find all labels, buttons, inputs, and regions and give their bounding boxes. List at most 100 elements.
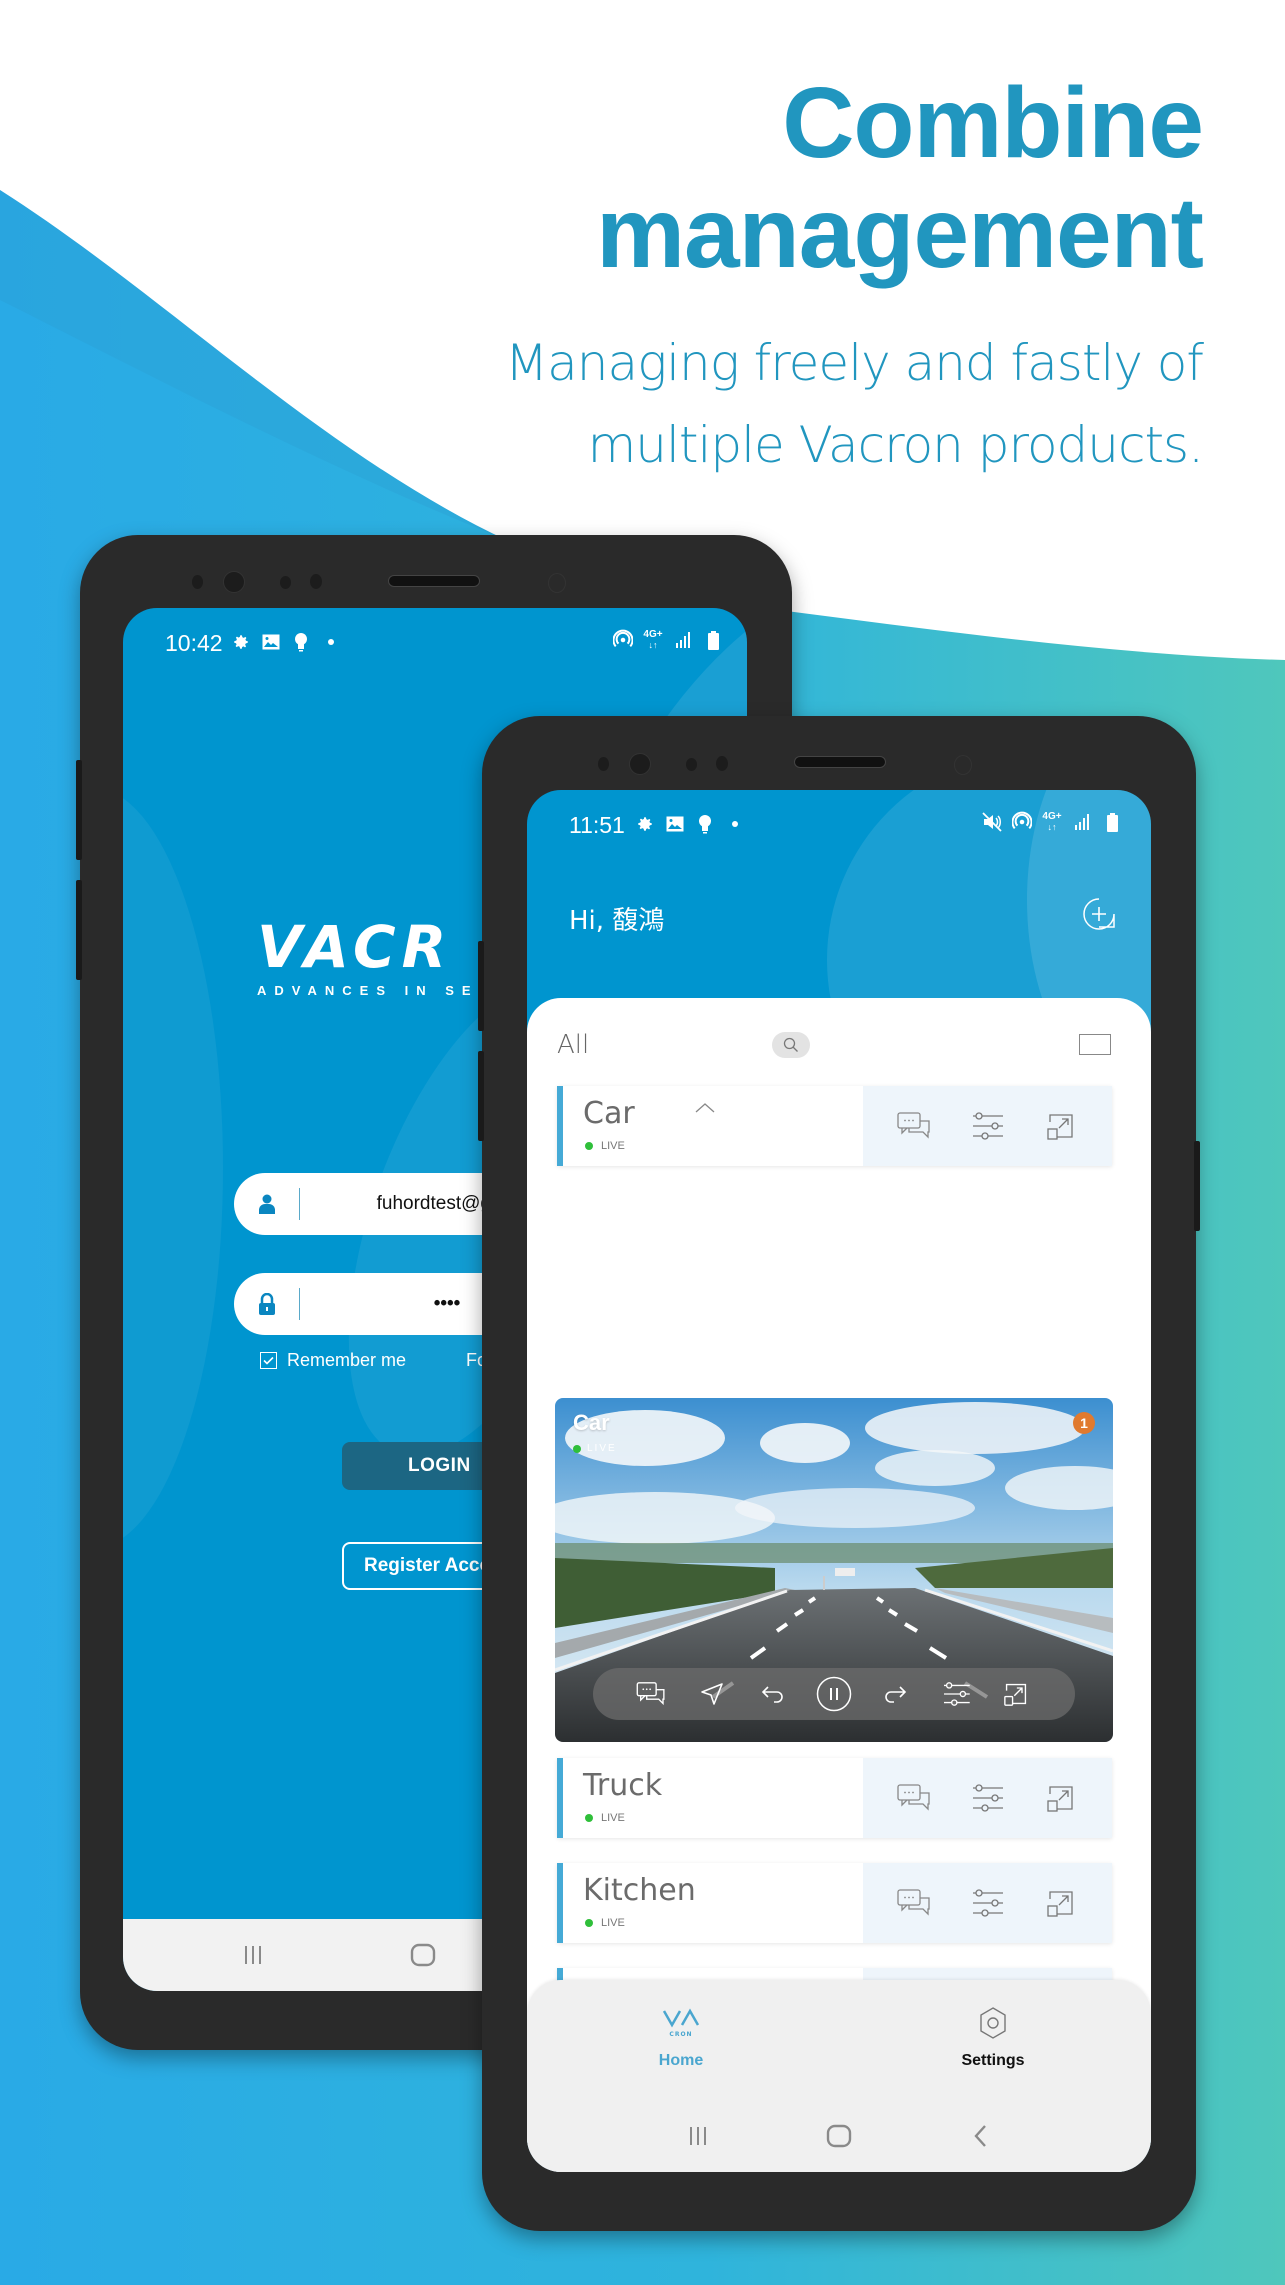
forward-icon[interactable] [877,1676,913,1712]
android-nav-bar [527,2100,1151,2172]
vacron-logo-icon: CRON [611,2002,751,2044]
home-nav-icon[interactable] [393,1943,453,1967]
hotspot-icon [1012,811,1032,832]
sensor-icon [280,576,291,589]
search-icon [783,1037,798,1052]
front-camera-icon [629,753,651,775]
gear-icon [231,632,251,652]
headline-line-2: management [596,177,1204,289]
sensor-icon [716,756,728,771]
remember-me-checkbox[interactable]: Remember me [260,1350,406,1371]
filter-row: All [557,1022,1111,1062]
side-button [76,880,82,980]
bulb-icon [291,632,311,652]
device-name: Truck [583,1768,663,1803]
live-dot-icon [585,1142,593,1150]
mute-icon [982,812,1002,832]
live-status: LIVE [585,1812,625,1824]
tab-settings[interactable]: Settings [923,2002,1063,2070]
sensor-icon [598,757,609,771]
tab-home[interactable]: CRON Home [611,2002,751,2070]
chat-icon[interactable] [897,1888,931,1918]
device-row-kitchen[interactable]: Kitchen LIVE [557,1863,1112,1943]
image-icon [261,632,281,652]
live-dot-icon [585,1814,593,1822]
decorative-blob [123,788,223,1548]
recent-apps-icon[interactable] [223,1944,283,1966]
notification-badge[interactable]: 1 [1073,1412,1095,1434]
tab-home-label: Home [658,2052,704,2069]
live-view-status: LIVE [573,1443,617,1454]
user-icon [234,1194,299,1214]
live-dot-icon [573,1444,581,1453]
add-circle-icon [1083,898,1115,930]
bottom-tab-bar: CRON Home Settings [527,1980,1151,2100]
signal-icon [673,630,693,650]
battery-icon [703,630,723,650]
battery-icon [1102,812,1122,832]
subline-line-2: multiple Vacron products. [587,416,1204,474]
phone-bezel-top [482,716,1196,796]
add-device-button[interactable] [1081,896,1117,932]
status-time: 11:51 [569,812,625,838]
hotspot-icon [613,629,633,650]
live-view-title: Car [573,1410,610,1435]
back-nav-icon[interactable] [950,2124,1010,2148]
status-time: 10:42 [165,630,223,656]
gear-icon [635,814,655,834]
sensor-icon [686,758,697,771]
power-button [1194,1141,1200,1231]
side-button [76,760,82,860]
home-nav-icon[interactable] [809,2124,869,2148]
dot-icon [321,632,341,652]
network-label: 4G+ [1042,811,1062,822]
expand-icon[interactable] [1044,1111,1078,1141]
search-button[interactable] [772,1032,810,1058]
phone-bezel-top [80,535,792,615]
live-view-player[interactable]: Car LIVE 1 [555,1398,1113,1742]
sliders-icon[interactable] [938,1676,974,1712]
sliders-icon[interactable] [970,1783,1004,1813]
greeting-text: Hi, 馥鴻 [569,906,665,936]
chat-icon[interactable] [633,1676,669,1712]
live-dot-icon [585,1919,593,1927]
filter-all-tab[interactable]: All [557,1030,589,1060]
expand-icon[interactable] [1044,1888,1078,1918]
side-button [478,1051,484,1141]
checkbox-checked-icon[interactable] [260,1352,277,1369]
device-row-car[interactable]: Car LIVE [557,1086,1112,1166]
home-phone: 11:51 4G+ ↓↑ Hi, 馥鴻 All Car LIVE Car LIV… [478,716,1200,2231]
status-bar: 11:51 4G+ ↓↑ [527,790,1151,870]
expand-icon[interactable] [998,1676,1034,1712]
headline-line-1: Combine [782,67,1204,179]
chat-icon[interactable] [897,1783,931,1813]
network-label: 4G+ [643,629,663,640]
device-name: Car [583,1096,635,1131]
layout-toggle-button[interactable] [1079,1034,1111,1055]
chevron-up-icon[interactable] [693,1100,717,1119]
sliders-icon[interactable] [970,1888,1004,1918]
earpiece-speaker [794,756,886,768]
rewind-icon[interactable] [755,1676,791,1712]
expand-icon[interactable] [1044,1783,1078,1813]
recent-apps-icon[interactable] [668,2125,728,2147]
lock-icon [234,1293,299,1315]
live-status: LIVE [585,1140,625,1152]
signal-icon [1072,812,1092,832]
settings-hexagon-icon [923,2002,1063,2044]
status-bar: 10:42 4G+ ↓↑ [123,608,747,688]
pause-icon[interactable] [816,1676,852,1712]
4g-plus-icon: 4G+ ↓↑ [643,629,663,651]
device-name: Kitchen [583,1873,696,1908]
chat-icon[interactable] [897,1111,931,1141]
remember-me-label: Remember me [287,1350,407,1370]
promo-subline: Managing freely and fastly of multiple V… [505,322,1204,486]
live-status: LIVE [585,1917,625,1929]
sensor-icon [192,575,203,589]
subline-line-1: Managing freely and fastly of [505,334,1204,392]
playback-controls [593,1668,1075,1720]
navigate-icon[interactable] [694,1676,730,1712]
device-row-truck[interactable]: Truck LIVE [557,1758,1112,1838]
sliders-icon[interactable] [970,1111,1004,1141]
earpiece-speaker [388,575,480,587]
